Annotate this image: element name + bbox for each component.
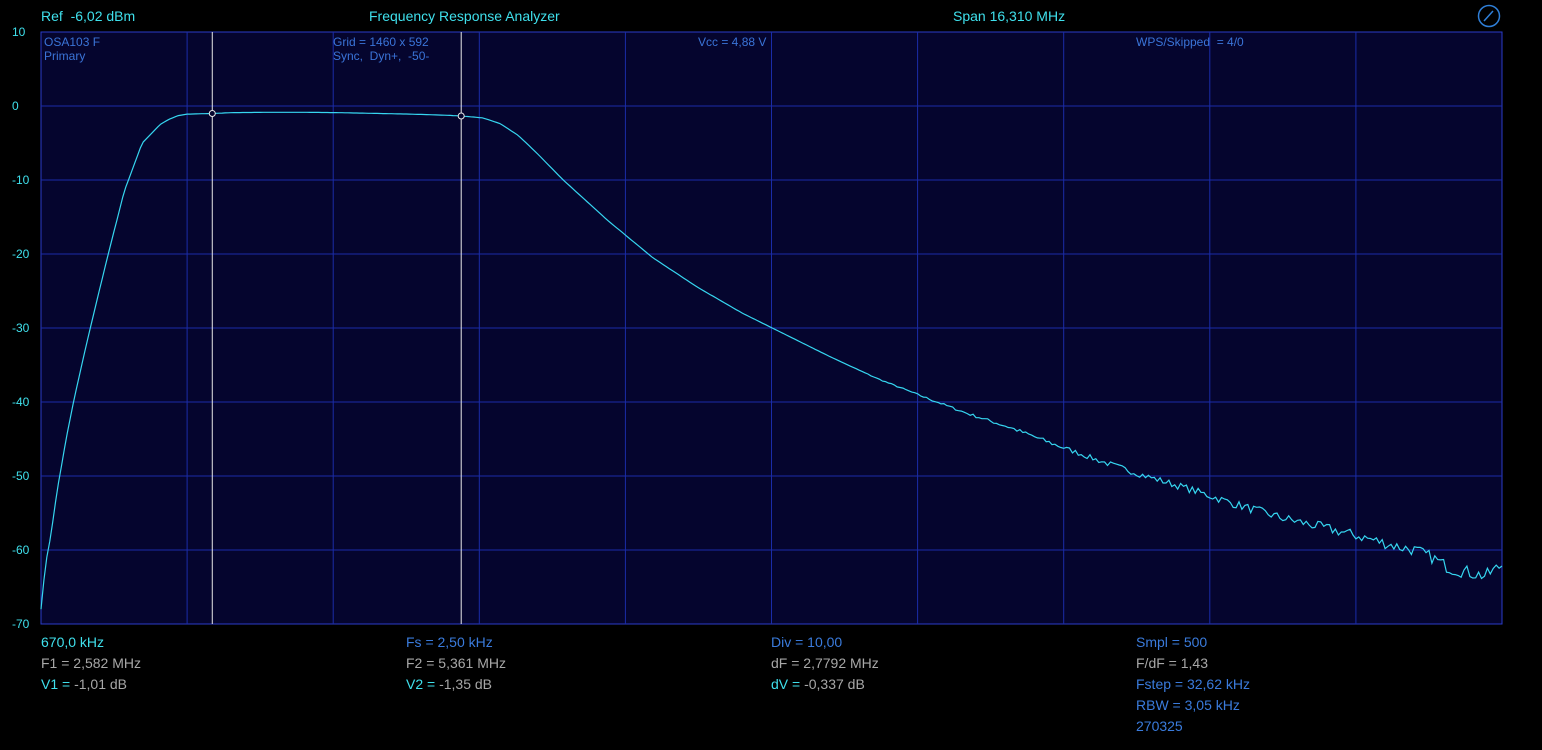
division-readout: Div = 10,00: [771, 634, 843, 650]
y-tick-label: -30: [12, 321, 30, 335]
device-name: OSA103 F: [44, 35, 101, 49]
y-tick-label: -70: [12, 617, 30, 631]
sync-info: Sync, Dyn+, -50-: [333, 49, 430, 63]
f-over-df: F/dF = 1,43: [1136, 655, 1208, 671]
delta-frequency: dF = 2,7792 MHz: [771, 655, 879, 671]
grid-info: Grid = 1460 x 592: [333, 35, 429, 49]
y-tick-label: -50: [12, 469, 30, 483]
y-tick-labels: 10 0 -10 -20 -30 -40 -50 -60 -70: [12, 25, 30, 631]
marker1-value: V1 = -1,01 dB: [41, 676, 128, 692]
marker-2-point[interactable]: [457, 112, 465, 120]
y-tick-label: 10: [12, 25, 26, 39]
resolution-bandwidth: RBW = 3,05 kHz: [1136, 697, 1240, 713]
vcc-readout: Vcc = 4,88 V: [698, 35, 767, 49]
marker2-frequency: F2 = 5,361 MHz: [406, 655, 506, 671]
delta-value: dV = -0,337 dB: [771, 676, 865, 692]
y-tick-label: 0: [12, 99, 19, 113]
sample-count: Smpl = 500: [1136, 634, 1208, 650]
marker2-value: V2 = -1,35 dB: [406, 676, 493, 692]
build-code: 270325: [1136, 718, 1183, 734]
frequency-step: Fstep = 32,62 kHz: [1136, 676, 1251, 692]
y-tick-label: -10: [12, 173, 30, 187]
sample-rate: Fs = 2,50 kHz: [406, 634, 493, 650]
wps-readout: WPS/Skipped = 4/0: [1136, 35, 1244, 49]
marker-1-point[interactable]: [208, 109, 216, 117]
y-tick-label: -60: [12, 543, 30, 557]
marker1-frequency: F1 = 2,582 MHz: [41, 655, 141, 671]
y-tick-label: -20: [12, 247, 30, 261]
start-frequency: 670,0 kHz: [41, 634, 105, 650]
channel-mode: Primary: [44, 49, 86, 63]
y-tick-label: -40: [12, 395, 30, 409]
